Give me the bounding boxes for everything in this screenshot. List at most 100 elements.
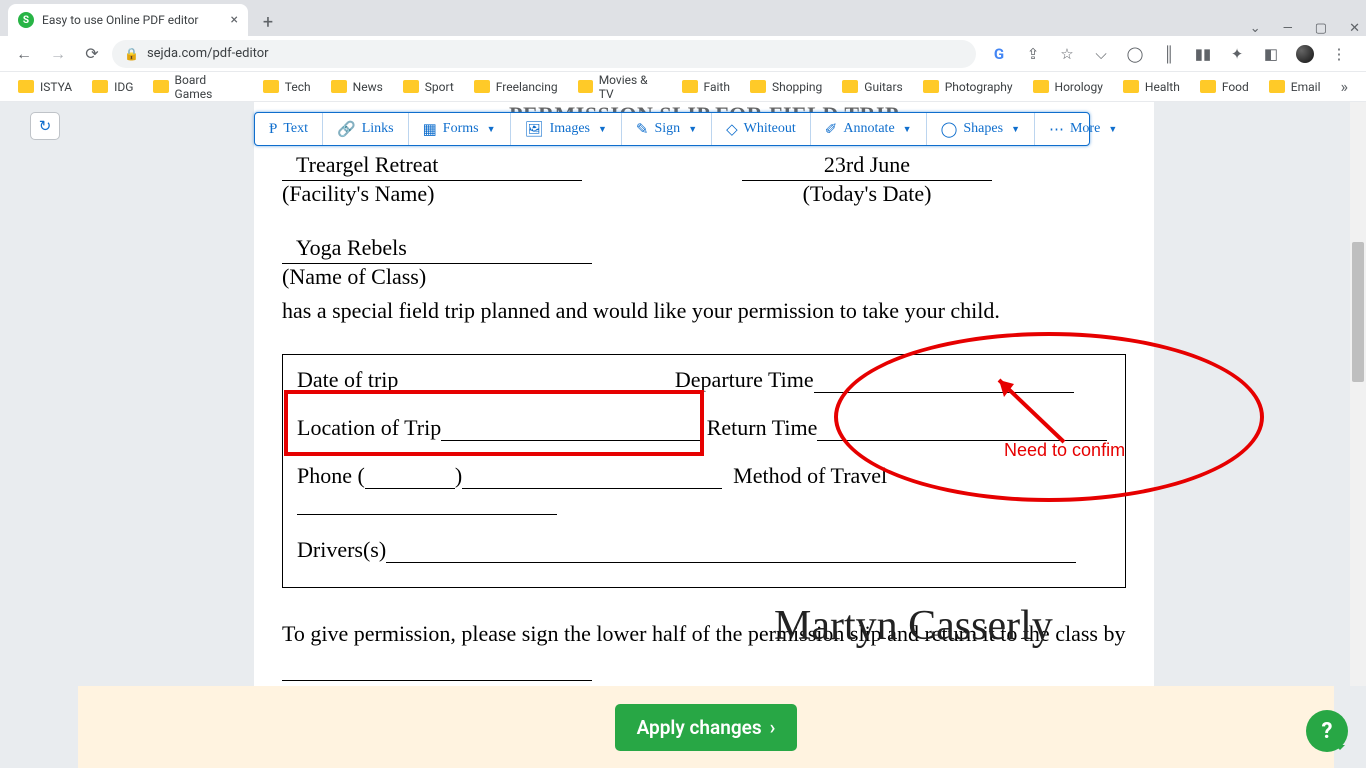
profile-avatar[interactable]	[1296, 45, 1314, 63]
date-label: (Today's Date)	[742, 181, 992, 207]
caret-down-icon: ▼	[688, 124, 697, 134]
close-tab-icon[interactable]: ×	[231, 12, 238, 28]
kebab-menu-icon[interactable]: ⋮	[1330, 45, 1348, 63]
tool-label: Forms	[443, 121, 479, 137]
tool-shapes[interactable]: ◯Shapes▼	[927, 113, 1035, 145]
forward-button[interactable]: →	[44, 40, 72, 68]
tab-title: Easy to use Online PDF editor	[42, 13, 223, 27]
sign-icon: ✎	[636, 120, 649, 139]
close-window-icon[interactable]: ✕	[1349, 21, 1360, 36]
signature[interactable]: Martyn Casserly	[774, 602, 1053, 650]
browser-tabstrip: S Easy to use Online PDF editor × + ⌄ — …	[0, 0, 1366, 36]
tool-forms[interactable]: ▦ Forms ▼	[409, 113, 511, 145]
bookmark-health[interactable]: Health	[1115, 76, 1188, 98]
date-field: 23rd June (Today's Date)	[742, 152, 992, 207]
bookmark-food[interactable]: Food	[1192, 76, 1257, 98]
caret-down-icon: ▼	[487, 124, 496, 134]
bookmark-label: Health	[1145, 80, 1180, 94]
form-icon: ▦	[423, 120, 437, 139]
method-of-travel-input[interactable]	[297, 495, 557, 515]
eraser-icon: ◇	[726, 120, 738, 139]
folder-icon	[578, 80, 593, 93]
adblock-icon[interactable]: ◯	[1126, 45, 1144, 63]
folder-icon	[92, 80, 108, 93]
tool-text[interactable]: ⱣText	[255, 113, 323, 145]
folder-icon	[403, 80, 419, 93]
share-icon[interactable]: ⇪	[1024, 45, 1042, 63]
bookmark-istya[interactable]: ISTYA	[10, 76, 80, 98]
bookmark-label: Board Games	[175, 73, 243, 101]
class-value[interactable]: Yoga Rebels	[282, 235, 592, 264]
tool-sign[interactable]: ✎Sign▼	[622, 113, 712, 145]
folder-icon	[153, 80, 168, 93]
drivers-label: Drivers(s)	[297, 537, 386, 562]
pdf-editor-toolbar: ⱣText 🔗 Links ▦ Forms ▼ 🖼Images▼ ✎Sign▼ ◇Wh…	[254, 112, 1090, 146]
minimize-icon[interactable]: —	[1283, 21, 1293, 36]
chevron-down-icon[interactable]: ⌄	[1250, 21, 1261, 36]
reload-button[interactable]: ⟳	[78, 40, 106, 68]
tool-links[interactable]: 🔗 Links	[323, 113, 409, 145]
pdf-page[interactable]: PERMISSION SLIP FOR FIELD TRIP ⱣText 🔗Li…	[254, 102, 1154, 768]
caret-down-icon: ▼	[598, 124, 607, 134]
address-bar[interactable]: 🔒 sejda.com/pdf-editor	[112, 40, 976, 68]
intro-sentence: has a special field trip planned and wou…	[282, 296, 1126, 326]
maximize-icon[interactable]: ▢	[1315, 21, 1327, 36]
browser-tab[interactable]: S Easy to use Online PDF editor ×	[8, 4, 248, 36]
annotation-text[interactable]: Need to confim	[1004, 440, 1125, 461]
folder-icon	[474, 80, 490, 93]
google-icon[interactable]: G	[990, 45, 1008, 63]
tool-label: Links	[362, 121, 394, 137]
rotate-page-button[interactable]: ↻	[30, 112, 60, 140]
sejda-favicon: S	[18, 12, 34, 28]
tool-more[interactable]: ⋯More▼	[1035, 113, 1131, 145]
folder-icon	[1033, 80, 1049, 93]
bookmark-label: ISTYA	[40, 80, 72, 94]
apply-label: Apply changes	[637, 716, 762, 739]
bookmark-shopping[interactable]: Shopping	[742, 76, 830, 98]
help-button[interactable]: ?	[1306, 710, 1348, 752]
tool-whiteout[interactable]: ◇Whiteout	[712, 113, 811, 145]
bookmark-tech[interactable]: Tech	[255, 76, 319, 98]
extensions-icon[interactable]: ✦	[1228, 45, 1246, 63]
facility-value[interactable]: Treargel Retreat	[282, 152, 582, 181]
link-icon: 🔗	[337, 120, 356, 139]
bookmark-label: Shopping	[772, 80, 822, 94]
phone-input[interactable]	[462, 469, 722, 489]
scrollbar-thumb[interactable]	[1352, 242, 1364, 382]
bookmark-guitars[interactable]: Guitars	[834, 76, 910, 98]
sidepanel-icon[interactable]: ◧	[1262, 45, 1280, 63]
pocket-icon[interactable]: ⌵	[1092, 45, 1110, 63]
new-tab-button[interactable]: +	[254, 8, 282, 36]
bookmark-board-games[interactable]: Board Games	[145, 69, 250, 105]
phone-area-input[interactable]	[365, 469, 455, 489]
shapes-icon: ◯	[941, 120, 958, 139]
bookmark-email[interactable]: Email	[1261, 76, 1329, 98]
date-value[interactable]: 23rd June	[742, 152, 992, 181]
drivers-input[interactable]	[386, 543, 1076, 563]
url-text: sejda.com/pdf-editor	[147, 46, 269, 61]
bookmark-horology[interactable]: Horology	[1025, 76, 1111, 98]
facility-label: (Facility's Name)	[282, 181, 582, 207]
star-icon[interactable]: ☆	[1058, 45, 1076, 63]
bookmark-movies-tv[interactable]: Movies & TV	[570, 69, 670, 105]
bookmark-faith[interactable]: Faith	[674, 76, 738, 98]
bookmark-news[interactable]: News	[323, 76, 391, 98]
back-button[interactable]: ←	[10, 40, 38, 68]
bottom-action-bar: Apply changes ›	[78, 686, 1334, 768]
ext-barcode-icon[interactable]: ▮▮	[1194, 45, 1212, 63]
vertical-scrollbar[interactable]	[1350, 102, 1366, 686]
bookmark-sport[interactable]: Sport	[395, 76, 462, 98]
method-of-travel-label: Method of Travel	[733, 463, 887, 488]
tool-images[interactable]: 🖼Images▼	[511, 113, 622, 145]
folder-icon	[923, 80, 939, 93]
bookmark-photography[interactable]: Photography	[915, 76, 1021, 98]
annotation-rectangle[interactable]	[284, 390, 704, 456]
return-by-date-input[interactable]	[282, 661, 592, 681]
bookmark-idg[interactable]: IDG	[84, 76, 141, 98]
tool-annotate[interactable]: ✐Annotate▼	[811, 113, 927, 145]
bookmark-freelancing[interactable]: Freelancing	[466, 76, 566, 98]
ext-bars-icon[interactable]: ║	[1160, 45, 1178, 63]
bookmarks-overflow-icon[interactable]: »	[1333, 77, 1357, 96]
apply-changes-button[interactable]: Apply changes ›	[615, 704, 798, 751]
tool-label: More	[1070, 121, 1100, 137]
